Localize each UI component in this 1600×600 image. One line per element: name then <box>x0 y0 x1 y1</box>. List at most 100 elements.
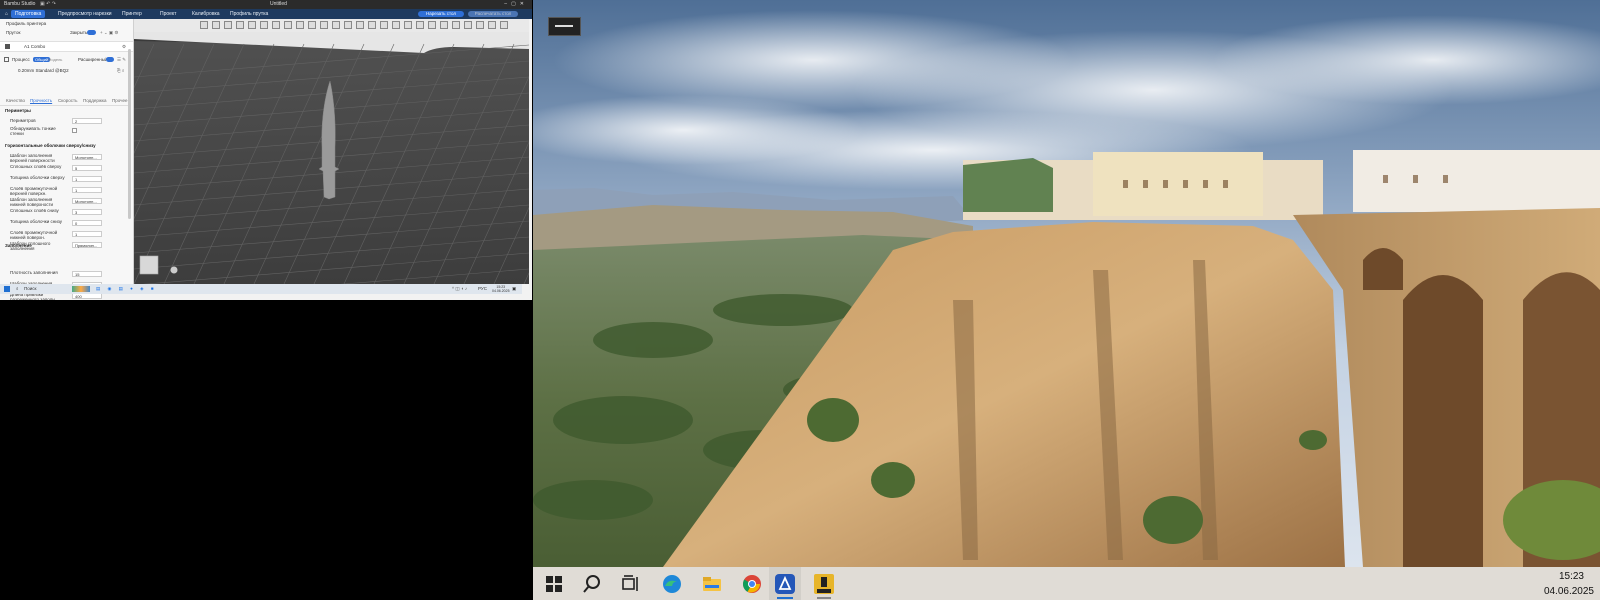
toolbar-tool-icon[interactable] <box>464 21 472 29</box>
toolbar-tool-icon[interactable] <box>308 21 316 29</box>
chrome-icon[interactable] <box>741 573 763 595</box>
toolbar-tool-icon[interactable] <box>416 21 424 29</box>
toolbar-tool-icon[interactable] <box>272 21 280 29</box>
toolbar-tool-icon[interactable] <box>404 21 412 29</box>
param-label: Периметров <box>10 118 36 123</box>
edge-icon[interactable] <box>661 573 683 595</box>
divider <box>0 105 128 106</box>
settings-panel: Профиль принтера Пруток Закрыть + ⌄ ▣ ⚙ … <box>0 19 134 300</box>
toolbar-tool-icon[interactable] <box>356 21 364 29</box>
taskbar-clock-date[interactable]: 04.06.2025 <box>1544 586 1594 597</box>
toolbar-tool-icon[interactable] <box>392 21 400 29</box>
toolbar-tool-icon[interactable] <box>224 21 232 29</box>
open-indicator <box>817 597 831 599</box>
view-cube[interactable] <box>139 255 159 275</box>
printer-settings-icon[interactable]: ⚙ <box>122 42 126 51</box>
param-input[interactable]: 5 <box>72 165 102 171</box>
param-input[interactable]: 0 <box>72 220 102 226</box>
mode-object[interactable]: Модель <box>48 57 62 62</box>
search-icon[interactable]: ⌕ <box>16 284 19 294</box>
param-input[interactable]: 3 <box>72 209 102 215</box>
task-view-icon[interactable] <box>620 573 642 595</box>
tab-device[interactable]: Принтер <box>118 10 146 18</box>
toolbar-tool-icon[interactable] <box>368 21 376 29</box>
tab-prepare[interactable]: Подготовка <box>11 10 46 18</box>
window-controls[interactable]: –▢✕ <box>504 0 528 9</box>
tray-lang[interactable]: РУС <box>478 284 487 294</box>
filament-toggle[interactable] <box>87 30 96 35</box>
widgets-icon[interactable] <box>72 286 90 292</box>
toolbar-tool-icon[interactable] <box>452 21 460 29</box>
3d-viewport[interactable] <box>134 19 529 284</box>
bambu-studio-icon[interactable] <box>774 573 796 595</box>
taskbar-search-label[interactable]: Поиск <box>24 284 36 294</box>
param-label: Сплошных слоёв сверху <box>10 164 62 169</box>
toolbar-tool-icon[interactable] <box>344 21 352 29</box>
menu-icons[interactable]: ▣ ↶ ↷ <box>40 0 56 9</box>
param-input[interactable]: 1 <box>72 187 102 193</box>
toolbar-tool-icon[interactable] <box>248 21 256 29</box>
search-icon[interactable] <box>581 573 603 595</box>
toolbar-tool-icon[interactable] <box>320 21 328 29</box>
toolbar-tool-icon[interactable] <box>332 21 340 29</box>
windows-start-icon[interactable] <box>543 573 565 595</box>
active-indicator <box>777 597 793 599</box>
toolbar-tool-icon[interactable] <box>476 21 484 29</box>
app-title: Bambu Studio <box>4 1 36 7</box>
notification-icon[interactable]: ▣ <box>512 284 516 294</box>
tab-preview[interactable]: Предпросмотр нарезки <box>54 10 116 18</box>
toolbar-tool-icon[interactable] <box>440 21 448 29</box>
param-input[interactable]: 1 <box>72 176 102 182</box>
tab-filament-profile[interactable]: Профиль прутка <box>226 10 272 18</box>
advanced-toggle[interactable] <box>106 57 114 62</box>
subtab-others[interactable]: Прочее <box>112 98 128 103</box>
file-explorer-icon[interactable] <box>701 573 723 595</box>
toolbar-tool-icon[interactable] <box>200 21 208 29</box>
toolbar-tool-icon[interactable] <box>296 21 304 29</box>
tray-clock[interactable]: 15:23 04.06.2025 <box>492 285 510 293</box>
print-button[interactable]: Распечатать стол <box>468 11 518 17</box>
taskbar-clock-time[interactable]: 15:23 <box>1559 571 1584 582</box>
filament-add-icon[interactable]: + ⌄ ▣ ⚙ <box>100 28 118 37</box>
param-input[interactable]: Монотонн... <box>72 198 102 204</box>
windows-start-icon[interactable] <box>4 286 10 292</box>
param-input[interactable]: Прямолин... <box>72 242 102 248</box>
subtab-speed[interactable]: Скорость <box>58 98 77 103</box>
toolbar-tool-icon[interactable] <box>212 21 220 29</box>
toolbar-tool-icon[interactable] <box>236 21 244 29</box>
toolbar-tool-icon[interactable] <box>428 21 436 29</box>
tab-calibration[interactable]: Калибровка <box>188 10 224 18</box>
tray-icons[interactable]: ^ ◫ ◖ ♪ <box>452 284 467 294</box>
process-row: Процесс Общий Модель Расширенный ☰ ✎ <box>0 55 133 64</box>
slice-button[interactable]: Нарезать стол <box>418 11 464 17</box>
tab-project[interactable]: Проект <box>156 10 180 18</box>
subtab-support[interactable]: Поддержка <box>83 98 106 103</box>
printer-icon <box>5 44 10 49</box>
process-list-icons[interactable]: ☰ ✎ <box>117 55 126 64</box>
param-label: Плотность заполнения <box>10 270 58 275</box>
subtab-strength[interactable]: Прочность <box>30 98 52 103</box>
overlay-window-thumbnail[interactable] <box>548 17 581 36</box>
param-row: Слоёв промежуточной нижней поверхн. 1 <box>0 229 133 240</box>
panel-scrollbar[interactable] <box>128 49 131 219</box>
param-input[interactable]: 2 <box>72 117 102 124</box>
pinned-apps-icon[interactable]: ▤ ◉ ▤ ● ◈ ■ <box>96 284 157 294</box>
orient-icon[interactable] <box>170 266 178 274</box>
param-input[interactable]: Монотонн... <box>72 154 102 160</box>
subtab-quality[interactable]: Качество <box>6 98 25 103</box>
param-row: Обнаруживать тонкие стенки <box>0 125 133 137</box>
toolbar-tool-icon[interactable] <box>284 21 292 29</box>
profile-row[interactable]: 0.20mm Standard @BQ2 ⎘ ⌕ <box>0 66 133 75</box>
profile-icons[interactable]: ⎘ ⌕ <box>117 66 124 75</box>
pro-app-icon[interactable] <box>813 573 835 595</box>
toolbar-tool-icon[interactable] <box>380 21 388 29</box>
toolbar-tool-icon[interactable] <box>500 21 508 29</box>
thin-walls-checkbox[interactable] <box>72 128 77 133</box>
toolbar-tool-icon[interactable] <box>260 21 268 29</box>
param-row: Шаблон заполнения нижней поверхности Моно… <box>0 196 133 207</box>
printer-select[interactable]: A1 Combo ⚙ <box>0 41 133 52</box>
param-row: Толщина оболочки снизу 0 <box>0 218 133 229</box>
param-input[interactable]: 15 <box>72 271 102 277</box>
toolbar-tool-icon[interactable] <box>488 21 496 29</box>
param-input[interactable]: 1 <box>72 231 102 237</box>
